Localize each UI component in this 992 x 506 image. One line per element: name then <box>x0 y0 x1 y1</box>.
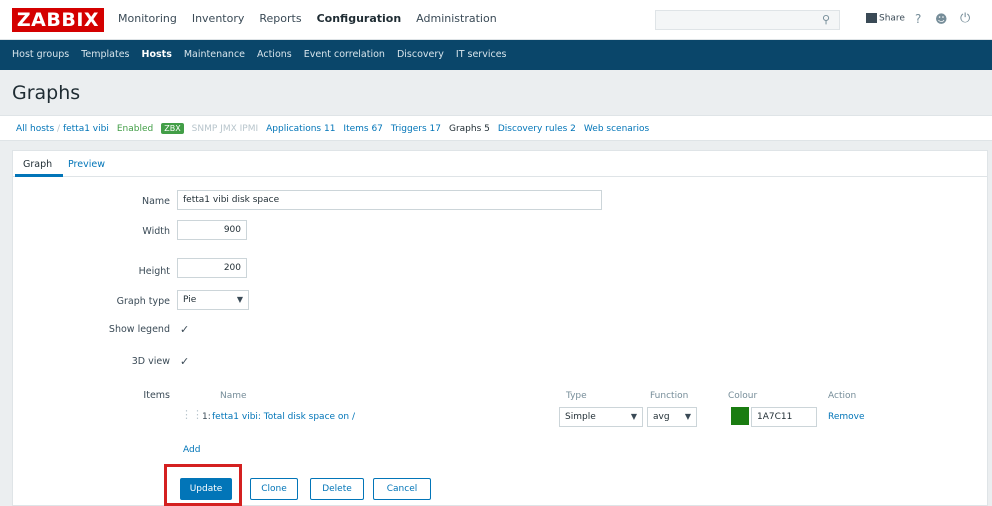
zabbix-logo[interactable]: ZABBIX <box>12 8 104 32</box>
delete-button[interactable]: Delete <box>310 478 364 500</box>
item-function-value: avg <box>653 412 670 422</box>
dropdown-arrow-icon: ▼ <box>630 412 637 421</box>
height-field[interactable]: 200 <box>177 258 247 278</box>
graph-type-select[interactable]: Pie ▼ <box>177 290 249 310</box>
zbx-availability-badge: ZBX <box>161 123 184 134</box>
3d-view-label: 3D view <box>131 356 170 367</box>
dropdown-arrow-icon: ▼ <box>684 412 691 421</box>
cancel-button[interactable]: Cancel <box>373 478 431 500</box>
link-graphs[interactable]: Graphs 5 <box>449 124 490 134</box>
share-label: Share <box>879 13 905 24</box>
subnav-discovery[interactable]: Discovery <box>397 49 444 60</box>
item-type-value: Simple <box>565 412 596 422</box>
breadcrumb-separator: / <box>57 123 61 134</box>
item-remove-link[interactable]: Remove <box>828 412 865 422</box>
host-status[interactable]: Enabled <box>117 124 153 134</box>
menu-administration[interactable]: Administration <box>416 12 497 25</box>
update-highlight-annotation <box>164 464 242 506</box>
main-menu: Monitoring Inventory Reports Configurati… <box>118 12 497 25</box>
item-function-select[interactable]: avg ▼ <box>647 407 697 427</box>
link-applications[interactable]: Applications 11 <box>266 124 335 134</box>
item-type-select[interactable]: Simple ▼ <box>559 407 643 427</box>
share-icon <box>866 13 877 23</box>
items-header-action: Action <box>828 391 857 401</box>
name-label: Name <box>141 196 170 207</box>
dropdown-arrow-icon: ▼ <box>236 295 243 304</box>
width-field[interactable]: 900 <box>177 220 247 240</box>
power-icon[interactable]: ⏻ <box>960 11 970 26</box>
user-icon[interactable]: ☻ <box>935 12 948 26</box>
items-header-name: Name <box>220 391 247 401</box>
clone-button[interactable]: Clone <box>250 478 298 500</box>
subnav-host-groups[interactable]: Host groups <box>12 49 69 60</box>
menu-configuration[interactable]: Configuration <box>317 12 402 25</box>
height-label: Height <box>138 266 170 277</box>
tab-preview[interactable]: Preview <box>68 159 105 170</box>
breadcrumb-all-hosts[interactable]: All hosts / fetta1 vibi <box>16 124 109 134</box>
item-row-name[interactable]: fetta1 vibi: Total disk space on / <box>212 412 355 422</box>
subnav-actions[interactable]: Actions <box>257 49 292 60</box>
items-header-function: Function <box>650 391 689 401</box>
subnav-event-correlation[interactable]: Event correlation <box>304 49 385 60</box>
subnav-maintenance[interactable]: Maintenance <box>184 49 245 60</box>
link-triggers[interactable]: Triggers 17 <box>391 124 441 134</box>
items-header-colour: Colour <box>728 391 758 401</box>
top-header: ZABBIX Monitoring Inventory Reports Conf… <box>0 0 992 40</box>
help-icon[interactable]: ? <box>915 12 921 26</box>
share-button[interactable]: Share <box>866 13 905 24</box>
subnav-templates[interactable]: Templates <box>81 49 129 60</box>
page-title: Graphs <box>12 82 81 104</box>
sub-navigation: Host groups Templates Hosts Maintenance … <box>0 40 992 70</box>
link-items[interactable]: Items 67 <box>343 124 383 134</box>
menu-inventory[interactable]: Inventory <box>192 12 245 25</box>
name-field[interactable]: fetta1 vibi disk space <box>177 190 602 210</box>
items-header-type: Type <box>566 391 587 401</box>
items-label: Items <box>143 390 170 401</box>
breadcrumb-host[interactable]: fetta1 vibi <box>63 124 109 134</box>
tab-graph[interactable]: Graph <box>23 159 52 170</box>
breadcrumb-all-hosts-label: All hosts <box>16 123 55 134</box>
subnav-it-services[interactable]: IT services <box>456 49 507 60</box>
subnav-hosts[interactable]: Hosts <box>142 49 172 60</box>
active-tab-indicator <box>15 174 63 177</box>
link-web-scenarios[interactable]: Web scenarios <box>584 124 649 134</box>
form-tabs: Graph Preview <box>13 151 987 177</box>
show-legend-label: Show legend <box>108 324 170 335</box>
search-input[interactable] <box>655 10 840 30</box>
search-icon[interactable]: ⚲ <box>822 13 836 27</box>
graph-type-label: Graph type <box>116 296 170 307</box>
show-legend-checkbox[interactable]: ✓ <box>180 324 191 335</box>
drag-handle-icon[interactable]: ⋮⋮ <box>181 408 203 421</box>
menu-monitoring[interactable]: Monitoring <box>118 12 177 25</box>
3d-view-checkbox[interactable]: ✓ <box>180 356 191 367</box>
host-breadcrumb: All hosts / fetta1 vibi Enabled ZBX SNMP… <box>0 115 992 141</box>
item-colour-swatch[interactable] <box>731 407 749 425</box>
link-discovery-rules[interactable]: Discovery rules 2 <box>498 124 576 134</box>
add-item-link[interactable]: Add <box>183 445 200 455</box>
graph-type-value: Pie <box>183 295 197 305</box>
width-label: Width <box>142 226 170 237</box>
other-availability: SNMP JMX IPMI <box>191 123 259 134</box>
item-row-index: 1: <box>202 412 211 422</box>
item-colour-field[interactable]: 1A7C11 <box>751 407 817 427</box>
menu-reports[interactable]: Reports <box>259 12 301 25</box>
